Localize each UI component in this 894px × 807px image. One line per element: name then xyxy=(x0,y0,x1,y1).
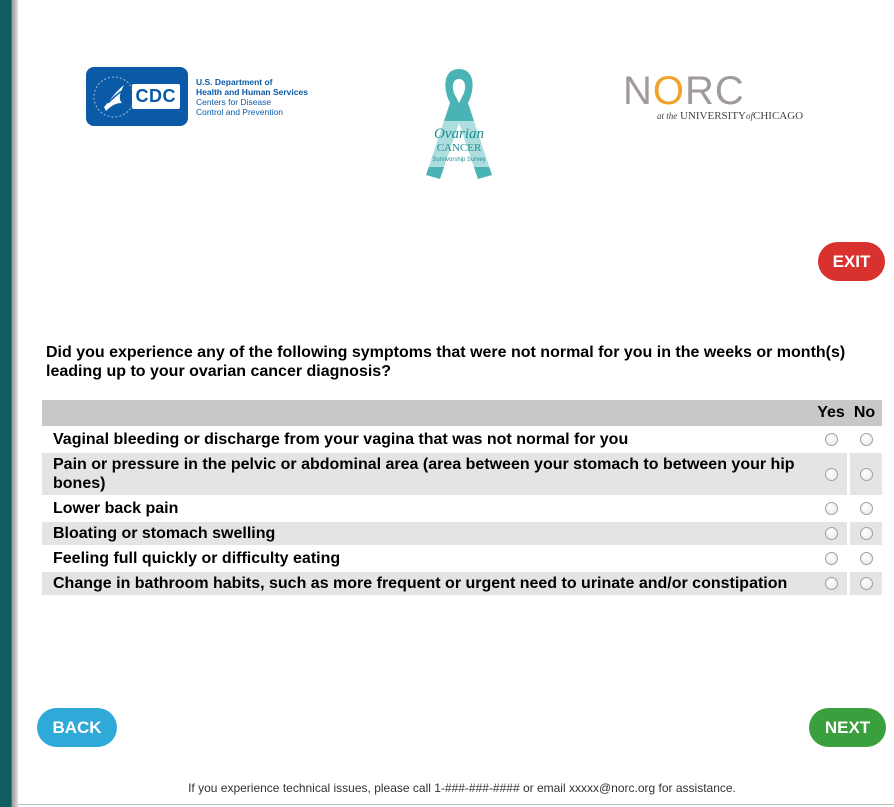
norc-sub-at: at the xyxy=(657,111,678,121)
table-row: Feeling full quickly or difficulty eatin… xyxy=(42,547,882,570)
yes-radio[interactable] xyxy=(824,527,838,541)
grid-header-blank xyxy=(42,400,815,426)
yes-radio-cell xyxy=(815,547,847,570)
no-radio-cell xyxy=(847,522,882,545)
yes-radio-cell xyxy=(815,497,847,520)
cdc-logo: CDC U.S. Department of Health and Human … xyxy=(86,67,308,126)
cdc-line-1: U.S. Department of xyxy=(196,77,273,87)
yes-radio[interactable] xyxy=(824,502,838,516)
row-label: Vaginal bleeding or discharge from your … xyxy=(42,428,815,451)
grid-header-row: Yes No xyxy=(42,400,882,426)
yes-radio-cell xyxy=(815,572,847,595)
cdc-tag: CDC xyxy=(131,84,180,109)
yes-radio[interactable] xyxy=(824,467,838,481)
norc-sub-chicago: CHICAGO xyxy=(753,110,804,122)
yes-radio-cell xyxy=(815,428,847,451)
no-radio-cell xyxy=(847,497,882,520)
footer-assistance-text: If you experience technical issues, plea… xyxy=(188,781,736,795)
row-label: Bloating or stomach swelling xyxy=(42,522,815,545)
norc-sub-univ: UNIVERSITY xyxy=(680,110,746,122)
norc-o-sunburst-icon: O xyxy=(652,69,686,113)
no-radio[interactable] xyxy=(859,552,873,566)
row-label: Change in bathroom habits, such as more … xyxy=(42,572,815,595)
column-header-no: No xyxy=(847,400,882,426)
yes-radio[interactable] xyxy=(824,433,838,447)
norc-logo: NORC at the UNIVERSITYofCHICAGO xyxy=(623,70,833,122)
hhs-eagle-icon xyxy=(93,76,135,118)
norc-wordmark: NORC xyxy=(623,70,833,112)
no-radio[interactable] xyxy=(859,502,873,516)
no-radio-cell xyxy=(847,572,882,595)
table-row: Pain or pressure in the pelvic or abdomi… xyxy=(42,453,882,495)
ovarian-cancer-ribbon-logo: Ovarian CANCER Survivorship Survey xyxy=(422,69,496,179)
no-radio-cell xyxy=(847,428,882,451)
bottom-divider xyxy=(18,804,894,805)
row-label: Pain or pressure in the pelvic or abdomi… xyxy=(42,453,815,495)
row-label: Feeling full quickly or difficulty eatin… xyxy=(42,547,815,570)
norc-sub-of: of xyxy=(746,111,754,121)
cdc-logo-box: CDC xyxy=(86,67,188,126)
no-radio-cell xyxy=(847,453,882,495)
no-radio[interactable] xyxy=(859,467,873,481)
column-header-yes: Yes xyxy=(815,400,847,426)
cdc-text: U.S. Department of Health and Human Serv… xyxy=(196,77,308,117)
yes-radio[interactable] xyxy=(824,577,838,591)
next-button[interactable]: NEXT xyxy=(809,708,886,747)
cdc-line-3: Centers for Disease xyxy=(196,97,272,107)
table-row: Bloating or stomach swelling xyxy=(42,522,882,545)
yes-radio-cell xyxy=(815,522,847,545)
cdc-line-2: Health and Human Services xyxy=(196,87,308,97)
left-accent-bar xyxy=(0,0,18,807)
table-row: Lower back pain xyxy=(42,497,882,520)
table-row: Vaginal bleeding or discharge from your … xyxy=(42,428,882,451)
exit-button[interactable]: EXIT xyxy=(818,242,885,281)
ribbon-line-2: CANCER xyxy=(437,142,482,154)
ribbon-line-1: Ovarian xyxy=(434,126,484,142)
yes-radio-cell xyxy=(815,453,847,495)
ribbon-line-3: Survivorship Survey xyxy=(432,157,485,163)
question-text: Did you experience any of the following … xyxy=(46,344,846,380)
no-radio[interactable] xyxy=(859,577,873,591)
no-radio-cell xyxy=(847,547,882,570)
table-row: Change in bathroom habits, such as more … xyxy=(42,572,882,595)
norc-n: N xyxy=(623,69,653,113)
row-label: Lower back pain xyxy=(42,497,815,520)
norc-rc: RC xyxy=(685,69,745,113)
no-radio[interactable] xyxy=(859,433,873,447)
back-button[interactable]: BACK xyxy=(37,708,117,747)
norc-subtitle: at the UNIVERSITYofCHICAGO xyxy=(657,110,833,122)
symptom-grid: Yes No Vaginal bleeding or discharge fro… xyxy=(42,398,882,597)
no-radio[interactable] xyxy=(859,527,873,541)
yes-radio[interactable] xyxy=(824,552,838,566)
cdc-line-4: Control and Prevention xyxy=(196,107,283,117)
